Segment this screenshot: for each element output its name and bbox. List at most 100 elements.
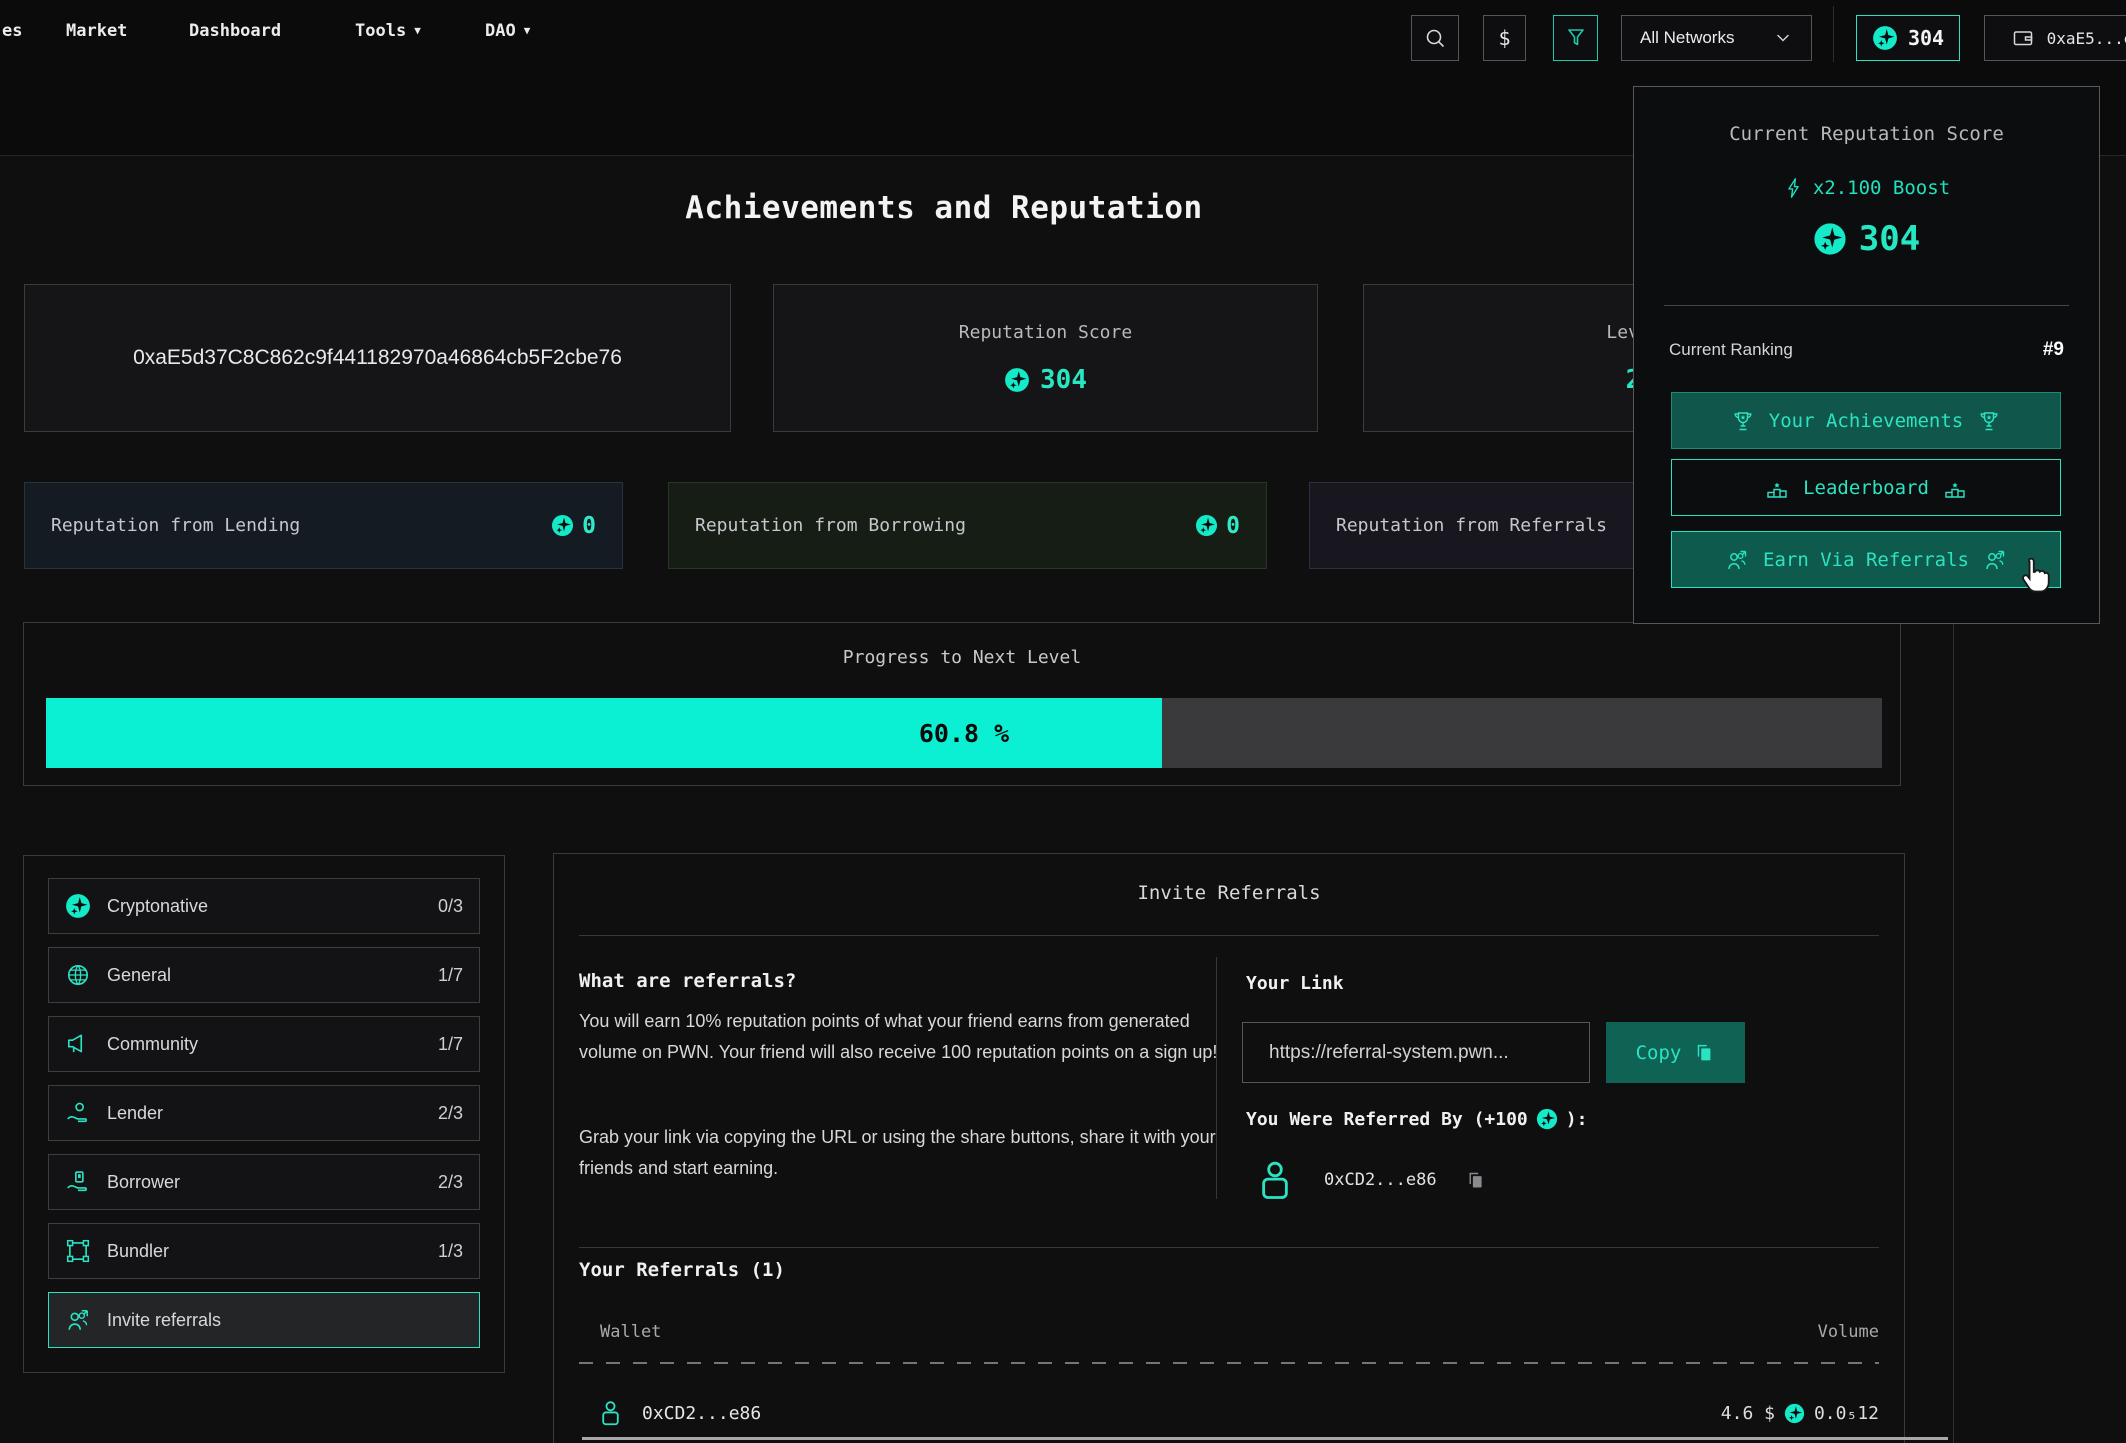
reputation-score-card: Reputation Score 304 [773,284,1318,432]
lender-hand-icon [65,1100,91,1126]
nav-item-market[interactable]: Market [66,18,127,44]
category-label: Borrower [107,1172,422,1193]
referral-wallet: 0xCD2...e86 [642,1403,761,1424]
invite-referrals-panel: Invite Referrals What are referrals? You… [553,853,1905,1443]
referrals-table-header: Wallet Volume [579,1322,1879,1342]
boost-line: x2.100 Boost [1634,177,2099,199]
category-item-cryptonative[interactable]: Cryptonative 0/3 [48,878,480,934]
network-selector-label: All Networks [1640,28,1734,48]
category-count: 2/3 [438,1172,463,1193]
current-ranking-row: Current Ranking #9 [1669,339,2064,361]
coin-icon [551,514,574,537]
trophy-icon [1977,409,2001,433]
rep-lending-value: 0 [582,513,596,539]
earn-via-referrals-button[interactable]: Earn Via Referrals [1671,531,2061,588]
coin-icon [1536,1108,1558,1130]
category-item-bundler[interactable]: Bundler 1/3 [48,1223,480,1279]
what-are-referrals-heading: What are referrals? [579,970,796,992]
your-achievements-label: Your Achievements [1769,410,1963,432]
category-count: 0/3 [438,896,463,917]
ranking-value: #9 [2043,339,2064,361]
invite-referrals-title: Invite Referrals [554,882,1904,904]
horizontal-scrollbar[interactable] [582,1437,1948,1440]
earn-via-referrals-label: Earn Via Referrals [1763,549,1969,571]
wallet-address-short: 0xaE5...e [2047,29,2126,48]
referral-people-icon [1725,548,1749,572]
category-item-borrower[interactable]: Borrower 2/3 [48,1154,480,1210]
nav-item-dashboard[interactable]: Dashboard [189,18,281,44]
column-volume: Volume [1818,1322,1879,1342]
referrals-paragraph-1: You will earn 10% reputation points of w… [579,1006,1219,1068]
wallet-button[interactable]: 0xaE5...e [1984,15,2126,61]
category-count: 1/7 [438,1034,463,1055]
app-screen: es Market Dashboard Tools ▼ DAO ▼ $ All Ne… [0,0,2126,1443]
filter-button[interactable] [1553,15,1598,61]
reputation-badge-button[interactable]: 304 [1856,15,1960,61]
table-dashed-divider [579,1362,1879,1364]
referrer-address: 0xCD2...e86 [1324,1170,1437,1190]
column-divider [1216,957,1217,1199]
podium-icon [1943,476,1967,500]
category-item-lender[interactable]: Lender 2/3 [48,1085,480,1141]
category-label: General [107,965,422,986]
ranking-label: Current Ranking [1669,340,1793,360]
search-button[interactable] [1411,15,1459,61]
rep-lending-label: Reputation from Lending [51,515,300,536]
category-label: Community [107,1034,422,1055]
category-count: 1/3 [438,1241,463,1262]
nav-item-dao[interactable]: DAO ▼ [485,18,530,44]
currency-button[interactable]: $ [1483,15,1526,61]
referred-by-suffix: ): [1566,1109,1588,1130]
copy-link-button[interactable]: Copy [1606,1022,1745,1083]
boost-value: x2.100 Boost [1813,177,1950,199]
referrals-paragraph-2: Grab your link via copying the URL or us… [579,1122,1219,1184]
referrer-row: 0xCD2...e86 [1254,1154,1486,1206]
category-item-community[interactable]: Community 1/7 [48,1016,480,1072]
progress-title: Progress to Next Level [24,647,1900,668]
referred-by-label: You Were Referred By (+100 [1246,1109,1528,1130]
nav-item-clipped[interactable]: es [2,18,22,44]
progress-percent-label: 60.8 % [46,698,1882,768]
chevron-down-icon [1773,28,1793,48]
copy-address-icon[interactable] [1465,1170,1486,1191]
category-item-general[interactable]: General 1/7 [48,947,480,1003]
referral-people-icon [65,1307,91,1333]
person-avatar-icon [597,1396,624,1430]
page-title: Achievements and Reputation [0,190,1888,226]
dao-caret-icon: ▼ [524,18,531,44]
referral-people-icon [1983,548,2007,572]
nav-item-tools-label: Tools [355,21,406,41]
category-item-invite-referrals[interactable]: Invite referrals [48,1292,480,1348]
nav-item-dao-label: DAO [485,21,516,41]
dollar-icon: $ [1498,26,1510,50]
your-link-label: Your Link [1246,973,1344,994]
reputation-coin-icon [1872,25,1898,51]
cryptonative-coin-icon [65,893,91,919]
rep-borrowing-label: Reputation from Borrowing [695,515,966,536]
rep-borrowing-value: 0 [1226,513,1240,539]
panel-divider [579,1247,1879,1248]
popup-score-value: 304 [1859,219,1920,259]
category-count: 2/3 [438,1103,463,1124]
wallet-address-full: 0xaE5d37C8C862c9f441182970a46864cb5F2cbe… [133,346,622,370]
column-wallet: Wallet [579,1322,661,1342]
your-achievements-button[interactable]: Your Achievements [1671,392,2061,449]
network-selector[interactable]: All Networks [1621,15,1812,61]
nav-item-tools[interactable]: Tools ▼ [355,18,421,44]
copy-button-label: Copy [1636,1042,1682,1064]
reputation-score-label: Reputation Score [959,322,1132,343]
popup-score-line: 304 [1634,219,2099,259]
coin-icon [1784,1403,1805,1424]
popup-title: Current Reputation Score [1634,123,2099,145]
tools-caret-icon: ▼ [414,18,421,44]
search-icon [1423,26,1447,50]
category-label: Bundler [107,1241,422,1262]
wallet-icon [2011,26,2035,50]
category-label: Lender [107,1103,422,1124]
coin-icon [1813,222,1847,256]
leaderboard-button[interactable]: Leaderboard [1671,459,2061,516]
referral-link-input[interactable] [1242,1022,1590,1083]
achievement-categories-list: Cryptonative 0/3 General 1/7 Community 1… [23,855,505,1373]
lightning-icon [1783,177,1805,199]
podium-icon [1765,476,1789,500]
